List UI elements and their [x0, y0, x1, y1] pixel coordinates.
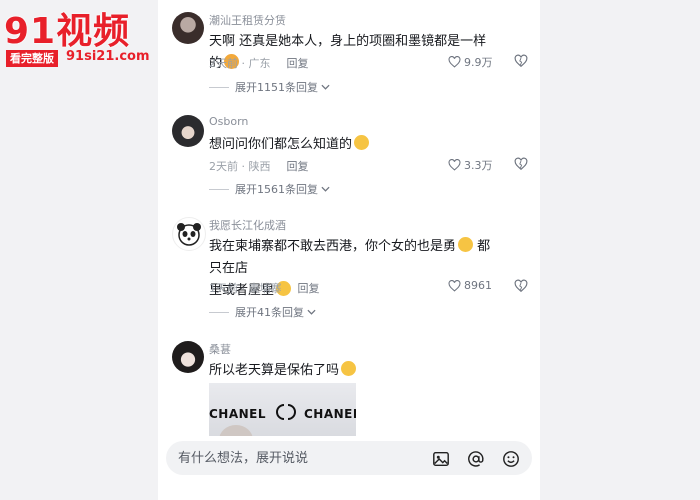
comment-meta: 1天前 · 柬埔寨 回复 [209, 280, 320, 296]
dislike-heart-icon[interactable] [514, 54, 528, 68]
comment-panel: 潮汕王租赁分赁 天啊 还真是她本人，身上的项圈和墨镜都是一样的 2天前 · 广东… [158, 0, 540, 500]
reply-button[interactable]: 回复 [287, 160, 309, 173]
comment-username[interactable]: 桑葚 [209, 341, 231, 357]
chevron-down-icon [321, 186, 330, 192]
comment-username[interactable]: 我愿长江化成酒 [209, 217, 286, 233]
comment-meta: 2天前 · 陕西 回复 [209, 158, 309, 174]
comment-text-line1: 我在柬埔寨都不敢去西港，你个女的也是勇 [209, 239, 457, 254]
comment-time-location: 2天前 · 广东 [209, 57, 271, 70]
heart-icon [448, 159, 461, 171]
heart-icon [448, 279, 461, 292]
divider-line [209, 86, 229, 88]
comment-username[interactable]: 潮汕王租赁分赁 [209, 12, 286, 28]
like-count: 8961 [464, 279, 492, 292]
like-button[interactable]: 3.3万 [448, 157, 493, 173]
crying-emoji-icon [354, 135, 370, 150]
comment-time-location: 1天前 · 柬埔寨 [209, 282, 282, 295]
expand-replies-label: 展开1561条回复 [235, 183, 318, 196]
comment-meta: 2天前 · 广东 回复 [209, 55, 309, 71]
image-icon[interactable] [432, 450, 450, 468]
panda-avatar-icon [177, 223, 201, 246]
expand-replies-button[interactable]: 展开41条回复 [209, 304, 316, 320]
like-button[interactable]: 8961 [448, 279, 492, 292]
like-count: 9.9万 [464, 56, 493, 69]
avatar[interactable] [172, 12, 204, 44]
like-button[interactable]: 9.9万 [448, 54, 493, 70]
avatar[interactable] [172, 115, 204, 147]
reply-button[interactable]: 回复 [298, 282, 320, 295]
chevron-down-icon [321, 84, 330, 90]
photo-brand-text: CHANEL [304, 407, 356, 421]
comment-input-bar [158, 436, 540, 500]
at-icon[interactable] [467, 450, 485, 468]
avatar[interactable] [172, 217, 206, 251]
heart-icon [448, 56, 461, 68]
comment-text: 想问问你们都怎么知道的 [209, 134, 499, 156]
watermark-badge: 看完整版 [6, 50, 58, 67]
photo-brand-text: CHANEL [209, 407, 267, 421]
expand-replies-label: 展开41条回复 [235, 306, 304, 319]
emoji-icon[interactable] [502, 450, 520, 468]
smile-emoji-icon [341, 361, 357, 376]
comment-text-content: 想问问你们都怎么知道的 [209, 137, 353, 152]
watermark-url: 91si21.com [66, 49, 150, 64]
divider-line [209, 311, 229, 313]
comment-input-box [166, 441, 532, 475]
avatar[interactable] [172, 341, 204, 373]
comment-time-location: 2天前 · 陕西 [209, 160, 271, 173]
expand-replies-button[interactable]: 展开1151条回复 [209, 79, 330, 95]
expand-replies-label: 展开1151条回复 [235, 81, 318, 94]
watermark-title: 91视频 [4, 11, 131, 52]
comment-text-content: 所以老天算是保佑了吗 [209, 363, 340, 378]
chevron-down-icon [307, 309, 316, 315]
comment-text: 所以老天算是保佑了吗 [209, 360, 499, 382]
like-count: 3.3万 [464, 159, 493, 172]
chanel-logo-icon [276, 404, 296, 420]
sweat-emoji-icon [458, 237, 474, 252]
reply-button[interactable]: 回复 [287, 57, 309, 70]
comment-username[interactable]: Osborn [209, 115, 248, 128]
comment-input[interactable] [178, 441, 418, 475]
dislike-heart-icon[interactable] [514, 279, 528, 293]
comment-photo[interactable]: CHANEL CHANEL [209, 383, 356, 443]
dislike-heart-icon[interactable] [514, 157, 528, 171]
divider-line [209, 188, 229, 190]
expand-replies-button[interactable]: 展开1561条回复 [209, 181, 330, 197]
